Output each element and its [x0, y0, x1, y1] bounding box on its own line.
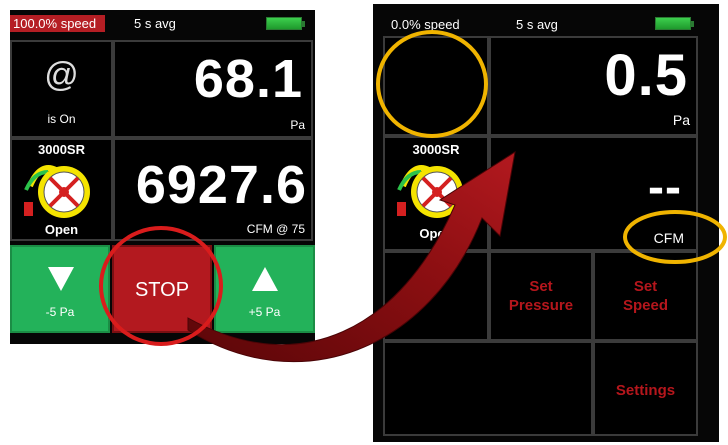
- stop-highlight-circle: [99, 226, 223, 346]
- annotation-overlay: [99, 30, 727, 362]
- cfm-highlight-circle: [623, 210, 727, 264]
- transition-arrow: [187, 150, 516, 362]
- status-highlight-circle: [376, 30, 488, 138]
